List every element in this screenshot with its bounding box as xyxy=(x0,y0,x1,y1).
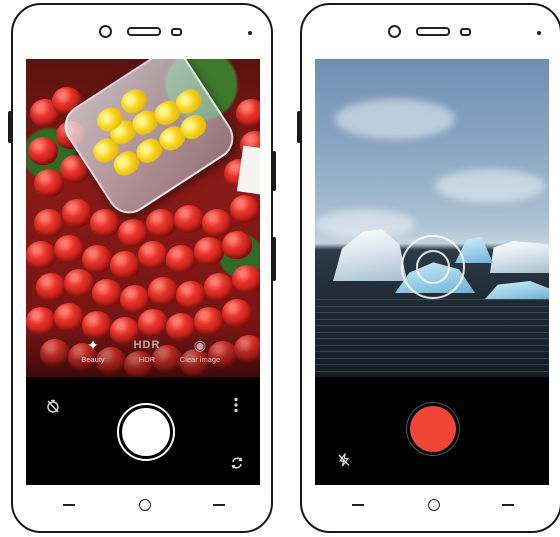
proximity-sensor xyxy=(171,28,182,36)
water-ripple xyxy=(315,338,549,339)
hardware-nav-bar xyxy=(13,499,271,513)
strawberry xyxy=(110,251,140,279)
speaker-grille xyxy=(416,27,450,36)
strawberry xyxy=(90,209,120,237)
recent-apps-button[interactable] xyxy=(213,504,225,506)
volume-button xyxy=(297,111,301,143)
strawberry xyxy=(176,281,206,309)
cloud xyxy=(435,169,545,203)
water-ripple xyxy=(315,299,549,300)
speaker-grille xyxy=(127,27,161,36)
strawberry xyxy=(54,303,84,331)
strawberry xyxy=(62,199,92,227)
strawberry xyxy=(82,245,112,273)
mode-hdr-label: HDR xyxy=(138,355,156,364)
mode-hdr[interactable]: HDR HDR xyxy=(130,337,164,364)
strawberry xyxy=(34,209,64,237)
focus-ring-inner xyxy=(416,250,450,284)
flash-off-icon[interactable] xyxy=(337,451,351,470)
camera-screen-video xyxy=(315,59,549,485)
clear-image-icon: ◉ xyxy=(193,337,207,353)
volume-button-right xyxy=(272,237,276,281)
water-ripple xyxy=(315,370,549,372)
home-button[interactable] xyxy=(428,499,440,511)
water-ripple xyxy=(315,318,549,320)
strawberry xyxy=(230,195,260,223)
phone-top-bar xyxy=(302,21,560,41)
phone-left: ✦ Beauty HDR HDR ◉ Clear image xyxy=(8,3,276,533)
water-ripple xyxy=(315,312,549,313)
home-button[interactable] xyxy=(139,499,151,511)
water-ripple xyxy=(315,364,549,365)
switch-camera-icon[interactable] xyxy=(230,456,244,473)
viewfinder[interactable]: ✦ Beauty HDR HDR ◉ Clear image xyxy=(26,59,260,377)
back-button[interactable] xyxy=(63,504,75,506)
strawberry xyxy=(222,299,252,327)
front-camera-icon xyxy=(388,25,401,38)
strawberry xyxy=(26,241,56,269)
phone-right xyxy=(297,3,560,533)
strawberry xyxy=(92,279,122,307)
hdr-icon: HDR xyxy=(133,339,161,351)
recent-apps-button[interactable] xyxy=(502,504,514,506)
mode-beauty-label: Beauty xyxy=(81,355,105,364)
water-ripple xyxy=(315,344,549,346)
strawberry xyxy=(236,99,260,127)
viewfinder[interactable] xyxy=(315,59,549,377)
phone-top-bar xyxy=(13,21,271,41)
strawberry xyxy=(36,273,66,301)
water-ripple xyxy=(315,325,549,326)
power-button xyxy=(272,151,276,191)
strawberry xyxy=(194,237,224,265)
water-ripple xyxy=(315,351,549,352)
camera-control-bar xyxy=(315,377,549,485)
shutter-button[interactable] xyxy=(119,405,173,459)
back-button[interactable] xyxy=(352,504,364,506)
strawberry xyxy=(232,265,260,293)
strawberry xyxy=(54,235,84,263)
mode-clear-image-label: Clear image xyxy=(179,355,221,364)
strawberry xyxy=(28,137,58,165)
sparkle-icon: ✦ xyxy=(87,337,99,353)
strawberry xyxy=(120,285,150,313)
strawberry xyxy=(64,269,94,297)
strawberry xyxy=(174,205,204,233)
strawberry xyxy=(146,209,176,237)
mode-beauty[interactable]: ✦ Beauty xyxy=(76,337,110,364)
front-camera-icon xyxy=(99,25,112,38)
water-ripple xyxy=(315,331,549,333)
strawberry xyxy=(148,277,178,305)
mode-strip: ✦ Beauty HDR HDR ◉ Clear image xyxy=(26,329,260,377)
timer-off-icon[interactable] xyxy=(46,399,60,416)
hardware-nav-bar xyxy=(302,499,560,513)
camera-screen-photo: ✦ Beauty HDR HDR ◉ Clear image xyxy=(26,59,260,485)
strawberry xyxy=(166,245,196,273)
water-ripple xyxy=(315,305,549,307)
more-vertical-icon[interactable] xyxy=(233,397,239,416)
strawberry xyxy=(222,231,252,259)
camera-control-bar xyxy=(26,377,260,485)
volume-button xyxy=(8,111,12,143)
proximity-sensor xyxy=(460,28,471,36)
sensor-dot xyxy=(537,31,541,35)
mode-clear-image[interactable]: ◉ Clear image xyxy=(176,337,224,364)
sensor-dot xyxy=(248,31,252,35)
record-button[interactable] xyxy=(410,406,456,452)
cloud xyxy=(335,99,455,139)
iceberg xyxy=(490,241,549,273)
strawberry xyxy=(204,273,234,301)
water-ripple xyxy=(315,357,549,359)
strawberry xyxy=(138,241,168,269)
